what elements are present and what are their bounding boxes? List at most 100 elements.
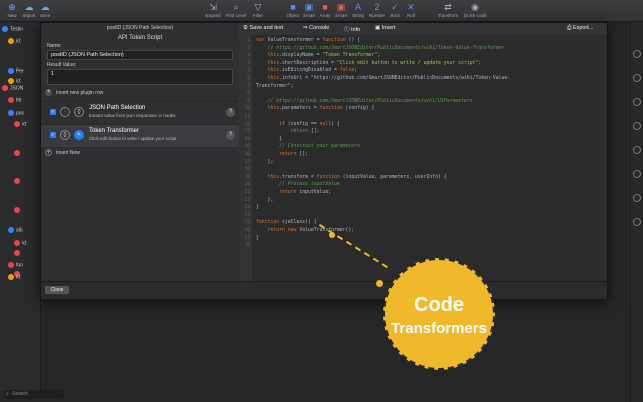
close-button[interactable]: Close	[45, 286, 69, 294]
help-icon[interactable]: ?	[226, 131, 235, 140]
new-button[interactable]: ⊕ New	[5, 2, 19, 18]
line-number: 12	[244, 121, 250, 127]
quick-look-icon: ◉	[471, 2, 479, 12]
line-number: 24	[244, 212, 250, 218]
dialog-subtitle: API Token Script	[117, 35, 163, 41]
code-line: }	[256, 235, 259, 241]
insert-plugin-row-button[interactable]: + Insert new plugin row	[45, 89, 103, 96]
string-button[interactable]: A String	[350, 2, 366, 18]
result-value-field[interactable]: 1	[47, 69, 233, 85]
code-line: // https://github.com/SmartJSONEditor/Pu…	[256, 45, 505, 51]
filter-button[interactable]: ▽ Filter	[251, 2, 265, 18]
tree-item[interactable]: id:	[8, 38, 44, 50]
node-icon	[14, 150, 20, 156]
save-button[interactable]: ☁ Save	[38, 2, 52, 18]
promo-line-2: Transformers	[391, 320, 487, 337]
code-line: this.infoUrl = "https://github.com/Smart…	[267, 76, 511, 81]
transform-icon: ⇄	[444, 2, 452, 12]
line-number: 22	[244, 197, 250, 203]
inspector-icon[interactable]	[633, 98, 641, 106]
drag-handle-icon[interactable]: ⋮	[60, 107, 70, 117]
code-line: };	[256, 197, 274, 203]
tree-item[interactable]: Ite	[8, 97, 44, 109]
node-icon	[8, 227, 14, 233]
info-icon: ⓘ	[344, 27, 352, 33]
tree-item[interactable]: JSON	[2, 85, 38, 97]
token-script-dialog: postID (JSON Path Selection) API Token S…	[40, 22, 608, 299]
line-number: 1	[247, 38, 250, 43]
line-number: 8	[247, 91, 250, 97]
json-path-icon: {}	[74, 107, 84, 117]
object-button[interactable]: ■ Object	[286, 2, 300, 18]
import-button[interactable]: ☁ Import	[21, 2, 37, 18]
line-number: 4	[247, 60, 250, 66]
checkbox[interactable]: ✓	[50, 109, 56, 115]
line-number: 7	[247, 83, 250, 89]
checkbox[interactable]: ✓	[50, 132, 56, 138]
line-number: 19	[244, 174, 250, 180]
plugin-row-token-transformer[interactable]: ✓ {} ✎ Token Transformer Click edit butt…	[41, 124, 239, 147]
info-button[interactable]: ⓘ Info	[344, 25, 360, 33]
plus-icon: +	[45, 149, 52, 156]
export-button[interactable]: ⎙ Export...	[567, 25, 593, 32]
line-number: 20	[244, 182, 250, 188]
line-number: 14	[244, 136, 250, 142]
code-line: // Construct your parameters	[256, 144, 360, 150]
code-line: // https://github.com/SmartJSONEditor/Pu…	[256, 98, 473, 104]
line-number-gutter: 1 2 3 4 5 6 7 8 9 10 11 12 13 14 15 16 17 18 19 20 21 22 23 24 2…	[239, 35, 252, 281]
array-button[interactable]: ■ Array	[318, 2, 332, 18]
code-line: function sjeClass() {	[256, 220, 317, 226]
inspector-icon[interactable]	[633, 170, 641, 178]
insert-button[interactable]: ▣ Insert	[375, 25, 396, 31]
line-number: 9	[247, 98, 250, 104]
line-number: 3	[247, 53, 250, 59]
console-button[interactable]: ⇒ Console	[303, 25, 329, 31]
inspector-icon[interactable]	[633, 218, 641, 226]
find-level-button[interactable]: ⌕ Find Level	[224, 2, 248, 18]
insert-new-button[interactable]: + Insert New	[45, 149, 80, 156]
line-number: 10	[244, 106, 250, 112]
code-line: var ValueTransformer = function () {	[256, 38, 360, 43]
quick-look-button[interactable]: ◉ Quick Look	[462, 2, 488, 18]
expand-icon: ⇲	[209, 2, 217, 12]
node-icon	[14, 121, 20, 127]
code-line: return inputValue;	[279, 190, 332, 195]
smart-icon: ▣	[304, 2, 314, 12]
tree-item[interactable]: foo	[8, 262, 44, 274]
smart-object-button[interactable]: ▣ Smart	[302, 2, 316, 18]
node-icon	[14, 178, 20, 184]
code-line: }	[256, 205, 259, 211]
name-field[interactable]: postID (JSON Path Selection)	[47, 50, 233, 60]
node-icon	[2, 26, 8, 32]
code-editor[interactable]: 1 2 3 4 5 6 7 8 9 10 11 12 13 14 15 16 17 18 19 20 21 22 23 24 2…	[239, 35, 607, 281]
code-line: return [];	[290, 129, 320, 135]
inspector-icon[interactable]	[633, 146, 641, 154]
search-input[interactable]: ⌕ Search	[4, 390, 64, 399]
smart-array-button[interactable]: ▣ Smart	[334, 2, 348, 18]
inspector-icon[interactable]	[633, 194, 641, 202]
line-number: 15	[244, 144, 250, 150]
inspector-icon[interactable]	[633, 122, 641, 130]
name-label: Name:	[47, 43, 62, 49]
plugin-row-json-path[interactable]: ✓ ⋮ {} JSON Path Selection Extract value…	[41, 101, 239, 124]
tree-item[interactable]: id:	[8, 274, 44, 286]
transform-button[interactable]: ⇄ Transform	[436, 2, 460, 18]
null-button[interactable]: ✕ Null	[404, 2, 418, 18]
bool-button[interactable]: ✓ Bool	[388, 2, 402, 18]
code-line: this.transform = function (inputValue, p…	[267, 174, 447, 180]
inspector-icon[interactable]	[633, 74, 641, 82]
code-line: this.displayName = "Token Transformer";	[267, 53, 381, 59]
edit-icon[interactable]: ✎	[74, 130, 84, 140]
save-icon: ☁	[40, 2, 50, 12]
save-and-test-button[interactable]: ⚙ Save and test	[243, 25, 283, 31]
line-number: 5	[247, 68, 250, 74]
tree-item[interactable]: Testin	[2, 26, 38, 38]
number-button[interactable]: 2 Number	[368, 2, 386, 18]
line-number: 13	[244, 129, 250, 135]
inspector-icon[interactable]	[633, 50, 641, 58]
tree-item[interactable]: alb	[8, 227, 44, 239]
help-icon[interactable]: ?	[226, 108, 235, 117]
expand-button[interactable]: ⇲ Expand	[204, 2, 222, 18]
drag-handle-icon[interactable]: {}	[60, 130, 70, 140]
null-icon: ✕	[407, 2, 415, 12]
